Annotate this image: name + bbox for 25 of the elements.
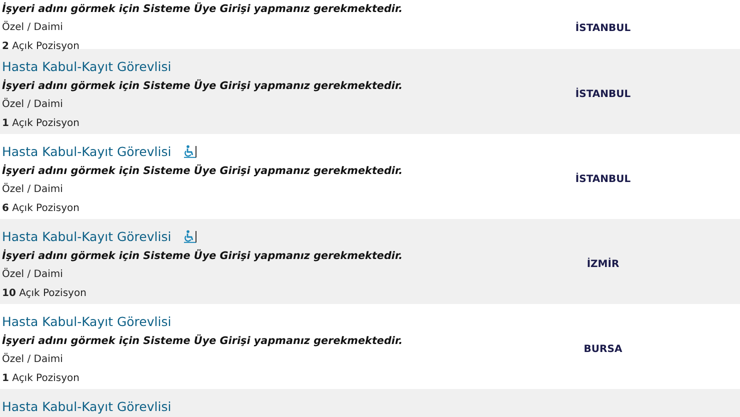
job-type: Özel / Daimi — [2, 182, 64, 197]
job-type: Özel / Daimi — [2, 266, 64, 282]
job-title-link[interactable]: Hasta Kabul-Kayıt Görevlisi — [2, 144, 172, 158]
job-title-link[interactable]: Hasta Kabul-Kayıt Görevlisi — [2, 58, 172, 74]
open-positions: 2 Açık Pozisyon — [2, 40, 80, 54]
job-type: Özel / Daimi — [2, 352, 64, 367]
city-label: İSTANBUL — [575, 22, 631, 34]
job-type: Özel / Daimi — [2, 96, 64, 112]
login-notice: İşyeri adını görmek için Sisteme Üye Girişi yapmanız gerekmektedir. — [2, 333, 404, 349]
login-notice: İşyeri adını görmek için Sisteme Üye Girişi yapmanız gerekmektedir. — [2, 248, 404, 264]
login-notice: İşyeri adını görmek için Sisteme Üye Girişi yapmanız gerekmektedir. — [2, 78, 404, 94]
open-positions: 6 Açık Pozisyon — [2, 202, 80, 216]
job-title-link[interactable]: Hasta Kabul-Kayıt Görevlisi — [2, 398, 172, 414]
login-notice: İşyeri adını görmek için Sisteme Üye Girişi yapmanız gerekmektedir. — [2, 1, 404, 17]
login-notice: İşyeri adını görmek için Sisteme Üye Girişi yapmanız gerekmektedir. — [2, 163, 404, 179]
job-title-link[interactable]: Hasta Kabul-Kayıt Görevlisi — [2, 314, 172, 328]
job-type: Özel / Daimi — [2, 20, 64, 35]
job-title-link[interactable]: Hasta Kabul-Kayıt Görevlisi — [2, 228, 172, 244]
open-positions: 1 Açık Pozisyon — [2, 117, 80, 131]
city-label: BURSA — [584, 344, 622, 355]
open-positions: 10 Açık Pozisyon — [2, 287, 88, 301]
open-positions: 1 Açık Pozisyon — [2, 372, 80, 386]
city-label: İSTANBUL — [575, 174, 631, 185]
city-label: İSTANBUL — [575, 89, 631, 100]
city-label: İZMİR — [586, 259, 620, 270]
